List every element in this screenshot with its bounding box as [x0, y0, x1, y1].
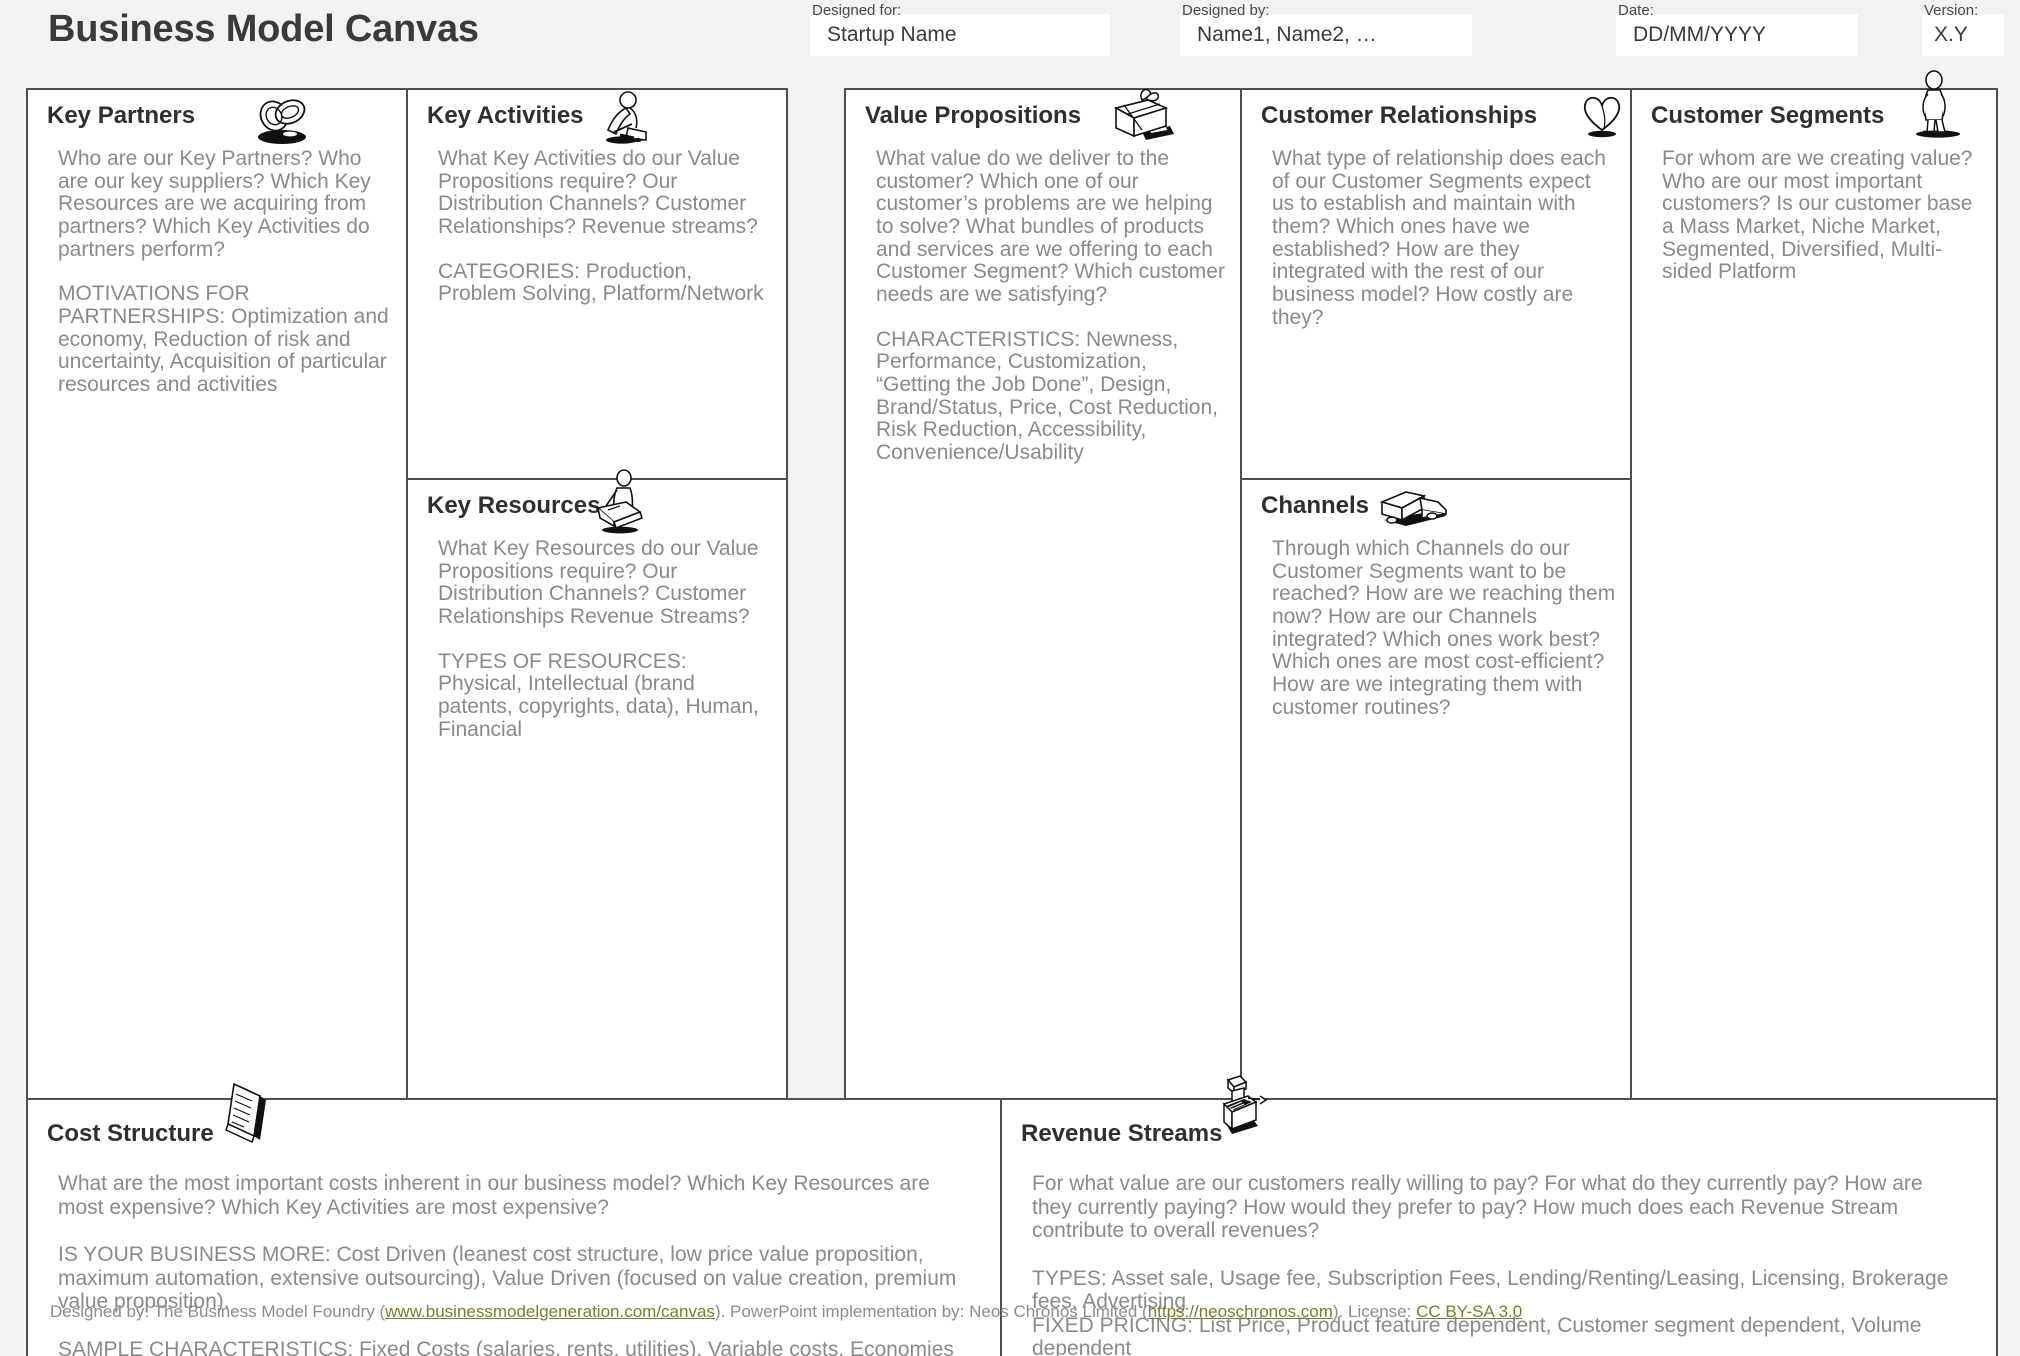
block-body-cost-structure: What are the most important costs inhere… — [58, 1172, 972, 1356]
block-body-customer-segments: For whom are we creating value? Who are … — [1662, 147, 1982, 284]
canvas-header: Business Model Canvas Designed for: Star… — [0, 0, 2020, 72]
block-body-channels: Through which Channels do our Customer S… — [1272, 537, 1616, 719]
block-title-key-resources: Key Resources — [427, 492, 601, 519]
block-title-key-activities: Key Activities — [427, 102, 584, 129]
block-key-partners[interactable]: Key Partners Who are our Key Partners? W… — [26, 88, 408, 1100]
footer-text-3: ). License: — [1332, 1302, 1417, 1321]
footer-link-businessmodelgeneration[interactable]: www.businessmodelgeneration.com/canvas — [385, 1302, 715, 1321]
page-title: Business Model Canvas — [48, 8, 479, 50]
designed-by-input[interactable]: Name1, Name2, … — [1180, 14, 1472, 56]
block-title-revenue-streams: Revenue Streams — [1021, 1120, 1223, 1147]
footer-text-2: ). PowerPoint implementation by: Neos Ch… — [714, 1302, 1148, 1321]
block-body-value-propositions: What value do we deliver to the customer… — [876, 147, 1226, 465]
block-body-customer-relationships: What type of relationship does each of o… — [1272, 147, 1616, 329]
key-partners-para-1: Who are our Key Partners? Who are our ke… — [58, 147, 371, 261]
footer-credits: Designed by: The Business Model Foundry … — [50, 1302, 1522, 1322]
designed-by-field: Designed by: Name1, Name2, … — [1180, 2, 1472, 56]
canvas-grid: Key Partners Who are our Key Partners? W… — [26, 70, 1998, 1356]
cost-structure-para-3: SAMPLE CHARACTERISTICS: Fixed Costs (sal… — [58, 1337, 954, 1356]
designed-for-field: Designed for: Startup Name — [810, 2, 1110, 56]
block-body-key-partners: Who are our Key Partners? Who are our ke… — [58, 147, 392, 397]
designed-by-label: Designed by: — [1182, 2, 1270, 19]
date-input[interactable]: DD/MM/YYYY — [1616, 14, 1858, 56]
block-body-key-activities: What Key Activities do our Value Proposi… — [438, 147, 772, 306]
key-resources-para-2: TYPES OF RESOURCES: Physical, Intellectu… — [438, 649, 759, 741]
block-body-key-resources: What Key Resources do our Value Proposit… — [438, 537, 772, 741]
version-input[interactable]: X.Y — [1922, 14, 2004, 56]
block-title-customer-segments: Customer Segments — [1651, 102, 1885, 129]
block-value-propositions[interactable]: Value Propositions What value do we deli… — [844, 88, 1242, 1100]
block-title-cost-structure: Cost Structure — [47, 1120, 214, 1147]
block-body-revenue-streams: For what value are our customers really … — [1032, 1172, 1968, 1356]
customer-relationships-para-1: What type of relationship does each of o… — [1272, 147, 1606, 329]
version-label: Version: — [1924, 2, 1979, 19]
block-customer-relationships[interactable]: Customer Relationships What type of rela… — [1240, 88, 1632, 480]
footer-link-neoschronos[interactable]: https://neoschronos.com — [1148, 1302, 1333, 1321]
cost-structure-para-1: What are the most important costs inhere… — [58, 1172, 930, 1219]
key-activities-para-2: CATEGORIES: Production, Problem Solving,… — [438, 259, 764, 306]
designed-for-label: Designed for: — [812, 2, 902, 19]
block-customer-segments[interactable]: Customer Segments For whom are we creati… — [1630, 70, 1998, 1100]
block-key-activities[interactable]: Key Activities What Key Activities do ou… — [406, 88, 788, 480]
date-label: Date: — [1618, 2, 1654, 19]
block-key-resources[interactable]: Key Resources What Key Resources do our … — [406, 469, 788, 1100]
block-title-key-partners: Key Partners — [47, 102, 196, 129]
key-resources-para-1: What Key Resources do our Value Proposit… — [438, 537, 759, 629]
block-title-value-propositions: Value Propositions — [865, 102, 1082, 129]
designed-for-input[interactable]: Startup Name — [810, 14, 1110, 56]
footer-link-license[interactable]: CC BY-SA 3.0 — [1416, 1302, 1522, 1321]
footer-text-1: Designed by: The Business Model Foundry … — [50, 1302, 386, 1321]
value-propositions-para-2: CHARACTERISTICS: Newness, Performance, C… — [876, 327, 1218, 465]
date-field: Date: DD/MM/YYYY — [1616, 2, 1858, 56]
revenue-streams-para-1: For what value are our customers really … — [1032, 1172, 1923, 1243]
business-model-canvas-page: Business Model Canvas Designed for: Star… — [0, 0, 2020, 1356]
customer-segments-para-1: For whom are we creating value? Who are … — [1662, 147, 1973, 284]
value-propositions-para-1: What value do we deliver to the customer… — [876, 147, 1225, 307]
version-field: Version: X.Y — [1922, 2, 2004, 56]
block-title-channels: Channels — [1261, 492, 1370, 519]
channels-para-1: Through which Channels do our Customer S… — [1272, 537, 1616, 719]
block-title-customer-relationships: Customer Relationships — [1261, 102, 1538, 129]
key-activities-para-1: What Key Activities do our Value Proposi… — [438, 147, 758, 239]
key-partners-para-2: MOTIVATIONS FOR PARTNERSHIPS: Optimizati… — [58, 282, 389, 397]
block-channels[interactable]: Channels Through which Channels do our C… — [1240, 478, 1632, 1100]
